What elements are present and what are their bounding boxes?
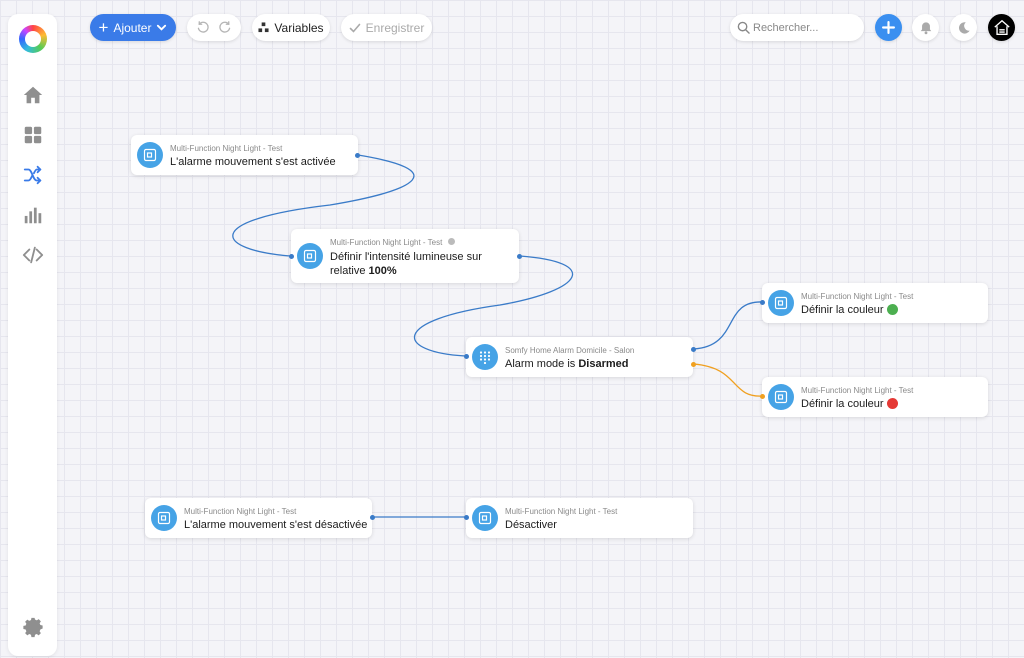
chevron-down-icon [157, 24, 167, 31]
color-swatch-red [886, 398, 898, 409]
sidebar-item-settings[interactable] [20, 614, 46, 640]
save-button[interactable]: Enregistrer [341, 14, 432, 41]
node-device-label: Multi-Function Night Light - Test [184, 507, 297, 516]
node-text: Désactiver [505, 519, 557, 531]
home-icon [23, 86, 43, 104]
output-port[interactable] [517, 254, 522, 259]
search-icon [737, 21, 750, 34]
sidebar-item-scenes[interactable] [20, 162, 46, 188]
scene-node-set-brightness[interactable]: Multi-Function Night Light - Test Défini… [289, 229, 522, 283]
node-device-label: Multi-Function Night Light - Test [505, 507, 618, 516]
input-port[interactable] [464, 354, 469, 359]
input-port[interactable] [464, 515, 469, 520]
scene-node-alarm-condition[interactable]: Somfy Home Alarm Domicile - Salon Alarm … [464, 337, 696, 377]
variables-label: Variables [274, 20, 324, 35]
wire-n3-n5 [693, 363, 764, 397]
node-text: Définir la couleur [801, 303, 898, 317]
undo-icon[interactable] [196, 21, 209, 34]
plus-icon [882, 21, 895, 34]
sidebar-item-home[interactable] [20, 82, 46, 108]
device-icon [768, 290, 794, 316]
moon-icon [958, 21, 970, 34]
output-port-true[interactable] [691, 347, 696, 352]
info-icon[interactable] [448, 238, 455, 245]
brightness-value: 100% [368, 265, 397, 277]
add-button-label: Ajouter [113, 20, 152, 35]
account-avatar[interactable] [988, 14, 1015, 41]
node-device-label: Somfy Home Alarm Domicile - Salon [505, 346, 635, 355]
node-text: Alarm mode is Disarmed [505, 357, 629, 371]
node-device-label: Multi-Function Night Light - Test [801, 386, 914, 395]
add-button[interactable]: + Ajouter [90, 14, 176, 41]
redo-icon[interactable] [219, 21, 232, 34]
alarm-mode-value: Disarmed [578, 358, 629, 370]
device-icon [137, 142, 163, 168]
color-swatch-green [886, 304, 898, 315]
create-button[interactable] [875, 14, 902, 41]
sidebar [8, 14, 57, 656]
bell-icon [920, 21, 931, 34]
dashboard-grid-icon [24, 126, 42, 144]
output-port[interactable] [370, 515, 375, 520]
search-box [730, 14, 864, 41]
sidebar-item-stats[interactable] [20, 202, 46, 228]
node-text-label: Définir la couleur [801, 398, 884, 410]
variables-button[interactable]: Variables [252, 14, 330, 41]
node-text-prefix: Alarm mode is [505, 358, 579, 370]
output-port[interactable] [355, 153, 360, 158]
node-device-label: Multi-Function Night Light - Test [330, 238, 443, 247]
input-port[interactable] [760, 300, 765, 305]
search-input[interactable] [753, 21, 858, 34]
node-text-line1: Définir l'intensité lumineuse sur [330, 251, 482, 263]
app-logo[interactable] [19, 25, 47, 53]
scene-node-set-color-red[interactable]: Multi-Function Night Light - Test Défini… [760, 377, 988, 417]
node-text-line2-prefix: relative [330, 265, 369, 277]
check-icon [349, 23, 360, 33]
dark-mode-toggle[interactable] [950, 14, 977, 41]
node-device-label: Multi-Function Night Light - Test [170, 144, 283, 153]
shuffle-icon [23, 165, 42, 185]
device-icon [472, 505, 498, 531]
device-icon [151, 505, 177, 531]
node-text: Définir la couleur [801, 397, 898, 411]
scene-node-set-color-green[interactable]: Multi-Function Night Light - Test Défini… [760, 283, 988, 323]
gear-icon [23, 617, 43, 638]
node-text: L'alarme mouvement s'est activée [170, 156, 336, 168]
scene-node-trigger-motion-off[interactable]: Multi-Function Night Light - Test L'alar… [145, 498, 375, 538]
bar-chart-icon [24, 207, 42, 224]
plus-icon: + [98, 17, 109, 37]
input-port[interactable] [289, 254, 294, 259]
device-icon [768, 384, 794, 410]
node-text: L'alarme mouvement s'est désactivée [184, 519, 368, 531]
wire-n3-n4 [693, 301, 764, 350]
undo-redo-group [187, 14, 241, 41]
node-connections [232, 154, 764, 518]
node-text-label: Définir la couleur [801, 304, 884, 316]
scene-node-trigger-motion-on[interactable]: Multi-Function Night Light - Test L'alar… [131, 135, 360, 175]
notifications-button[interactable] [912, 14, 939, 41]
scene-node-deactivate[interactable]: Multi-Function Night Light - Test Désact… [464, 498, 693, 538]
output-port-false[interactable] [691, 362, 696, 367]
code-icon [22, 246, 44, 264]
device-icon [297, 243, 323, 269]
sidebar-item-developer[interactable] [20, 242, 46, 268]
node-device-label: Multi-Function Night Light - Test [801, 292, 914, 301]
house-avatar-icon [993, 19, 1010, 35]
node-text: Définir l'intensité lumineuse sur relati… [330, 250, 482, 278]
variables-icon [258, 22, 269, 33]
sidebar-item-dashboard[interactable] [20, 122, 46, 148]
input-port[interactable] [760, 394, 765, 399]
save-label: Enregistrer [365, 20, 425, 35]
keypad-icon [472, 344, 498, 370]
